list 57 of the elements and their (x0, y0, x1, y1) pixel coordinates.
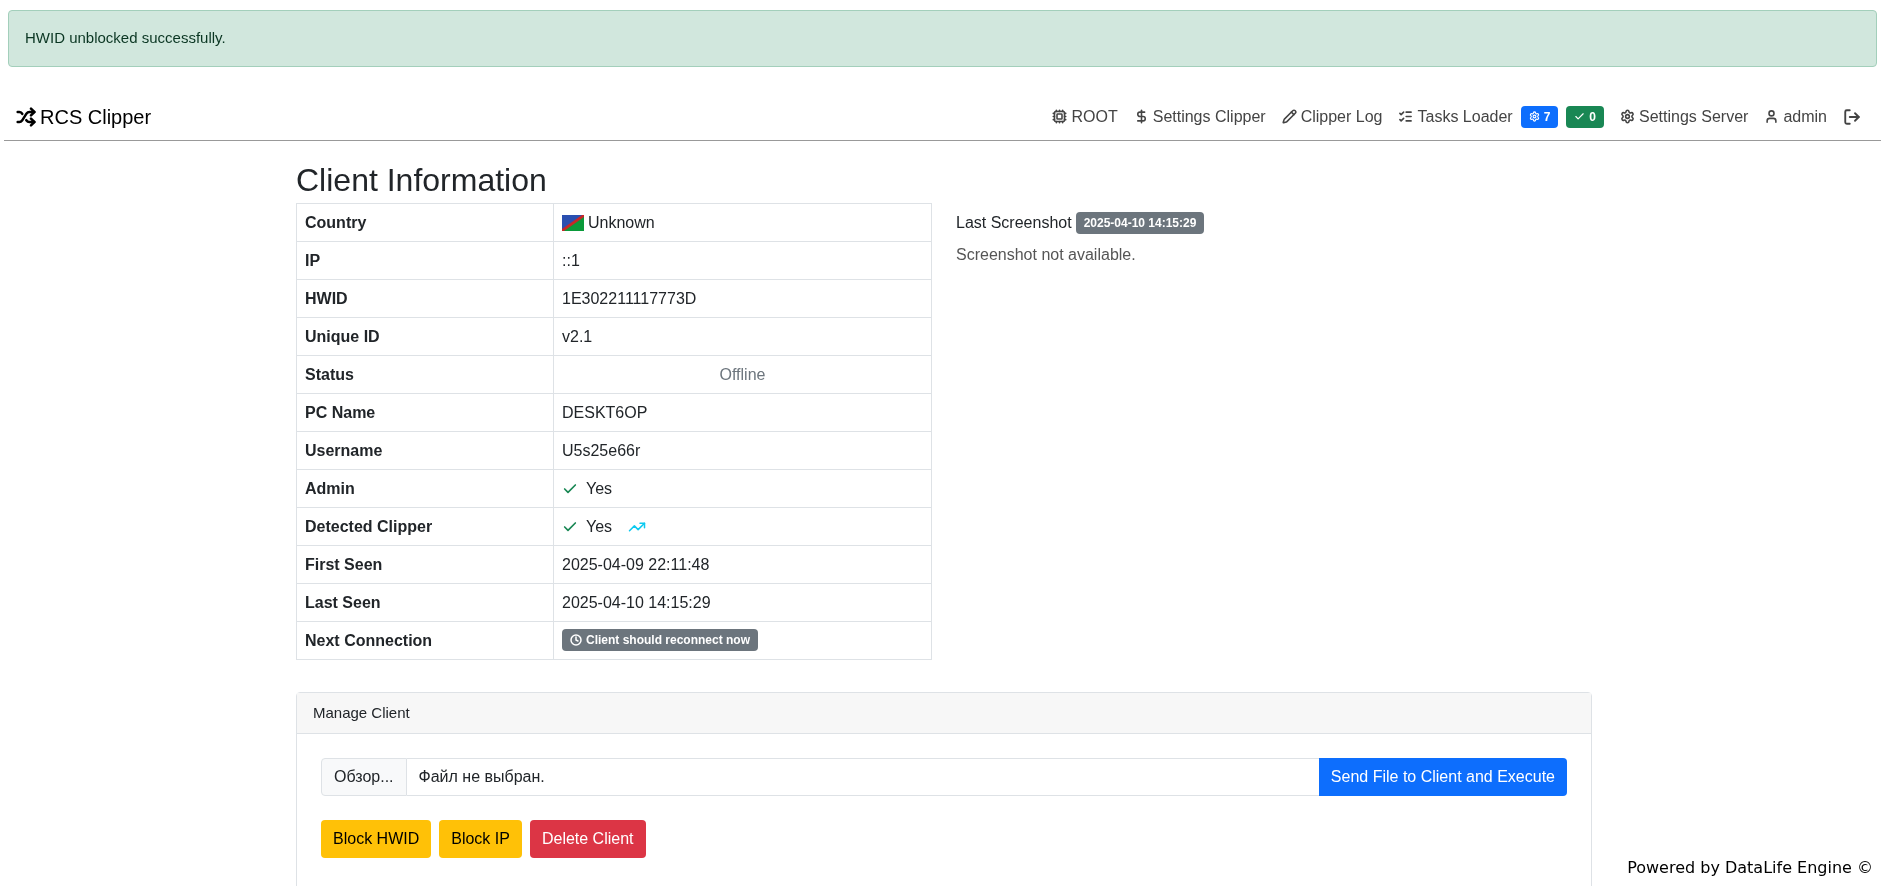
card-title: Manage Client (313, 702, 410, 723)
alert-message: HWID unblocked successfully. (25, 28, 226, 49)
brand-link[interactable]: RCS Clipper (16, 101, 152, 132)
country-value: Unknown (588, 212, 655, 233)
pencil-icon (1281, 109, 1297, 124)
row-label: First Seen (305, 555, 383, 573)
send-file-button[interactable]: Send File to Client and Execute (1318, 758, 1567, 796)
screenshot-label: Last Screenshot (956, 213, 1072, 233)
nav-link[interactable]: ROOT (1052, 104, 1118, 129)
logout-button[interactable] (1843, 107, 1861, 126)
table-cell: 2025-04-09 22:11:48 (562, 555, 710, 573)
reconnect-badge: Client should reconnect now (562, 628, 758, 651)
nav-link[interactable]: Tasks Loader 7 0 (1398, 104, 1605, 129)
page-title: Client Information (296, 161, 548, 199)
row-label: Unique ID (305, 327, 380, 345)
table-cell: 2025-04-10 14:15:29 (562, 593, 711, 611)
row-label: HWID (305, 289, 348, 307)
check-icon (1574, 111, 1586, 122)
action-button[interactable]: Block IP (439, 820, 522, 858)
row-label: Next Connection (305, 631, 433, 649)
row-label: Username (305, 441, 383, 459)
table-cell: ::1 (562, 251, 580, 269)
nav-link[interactable]: Clipper Log (1281, 104, 1383, 129)
browse-button[interactable]: Обзор... (321, 758, 407, 796)
table-cell: 1E302211117773D (562, 289, 697, 307)
count-badge: 7 (1520, 105, 1559, 128)
settings-icon (1620, 109, 1636, 124)
file-input[interactable]: Файл не выбран. (406, 758, 1319, 796)
shuffle-icon (16, 106, 36, 127)
action-button[interactable]: Delete Client (529, 820, 646, 858)
action-button[interactable]: Block HWID (321, 820, 432, 858)
screenshot-message: Screenshot not available. (956, 245, 1137, 265)
chip-icon (1052, 109, 1068, 124)
table-cell: U5s25e66r (562, 441, 641, 459)
logout-icon (1843, 107, 1861, 126)
user-icon (1764, 109, 1780, 124)
timestamp-badge: 2025-04-10 14:15:29 (1075, 212, 1205, 234)
row-label: Detected Clipper (305, 517, 433, 535)
status-value: Offline (719, 365, 766, 383)
nav-link[interactable]: Settings Clipper (1133, 104, 1266, 129)
nav-link[interactable]: Settings Server (1620, 104, 1749, 129)
count-badge: 0 (1566, 105, 1605, 128)
table-cell: DESKT6OP (562, 403, 648, 421)
row-label: PC Name (305, 403, 376, 421)
row-label: IP (305, 251, 321, 269)
yes-value: Yes (586, 478, 613, 499)
nav-link[interactable]: admin (1764, 104, 1827, 129)
settings-icon (1528, 111, 1540, 122)
row-label: Country (305, 213, 367, 231)
checklist-icon (1398, 109, 1414, 124)
row-label: Status (305, 365, 354, 383)
row-label: Last Seen (305, 593, 381, 611)
clock-icon (570, 633, 582, 646)
flag-icon (562, 214, 584, 231)
row-label: Admin (305, 479, 355, 497)
table-cell: v2.1 (562, 327, 593, 345)
yes-value: Yes (586, 516, 613, 537)
